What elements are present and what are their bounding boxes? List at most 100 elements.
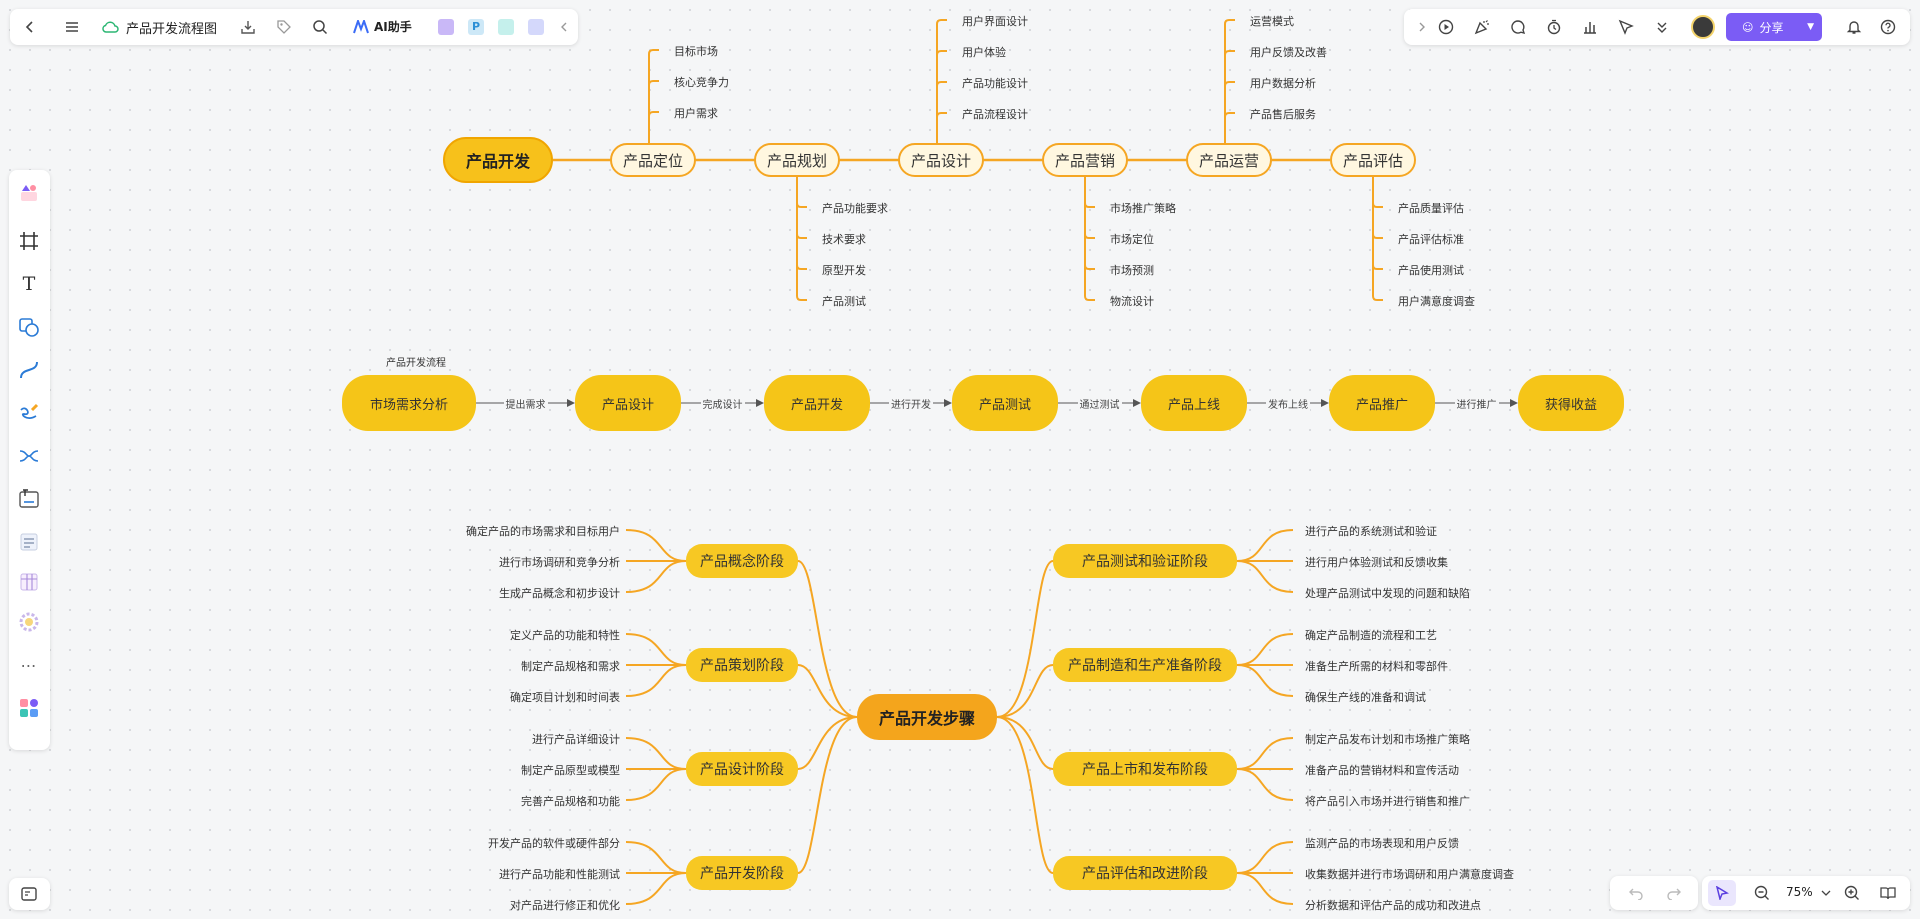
undo-icon[interactable] xyxy=(1624,881,1648,905)
comment-icon[interactable] xyxy=(1506,15,1530,39)
mindmap-leaf: 用户界面设计 xyxy=(962,15,1028,28)
mindmap-branch-4[interactable]: 产品营销 xyxy=(1042,143,1128,177)
redo-icon[interactable] xyxy=(1662,881,1686,905)
share-button[interactable]: ☺ 分享 ▼ xyxy=(1726,13,1822,41)
card-tool-icon[interactable] xyxy=(16,529,42,555)
mindmap-leaf: 目标市场 xyxy=(674,45,718,58)
flow-node-6[interactable]: 产品推广 xyxy=(1329,375,1435,431)
ai-assistant-label[interactable]: AI助手 xyxy=(374,18,412,35)
phase-right-item: 收集数据并进行市场调研和用户满意度调查 xyxy=(1305,868,1514,881)
flow-edge-label: 完成设计 xyxy=(700,396,745,411)
phases-root[interactable]: 产品开发步骤 xyxy=(857,694,997,740)
table-tool-icon[interactable] xyxy=(16,569,42,595)
book-view-icon[interactable] xyxy=(1876,881,1900,905)
more-chevrons-icon[interactable] xyxy=(1650,15,1674,39)
zoom-out-icon[interactable] xyxy=(1750,881,1774,905)
mindmap-leaf: 用户反馈及改善 xyxy=(1250,46,1327,59)
mindmap-leaf: 产品评估标准 xyxy=(1398,233,1464,246)
phase-left-item: 确定产品的市场需求和目标用户 xyxy=(466,525,620,538)
ai-assistant-icon[interactable] xyxy=(350,15,374,39)
timer-icon[interactable] xyxy=(1542,15,1566,39)
connector-line xyxy=(1236,768,1294,801)
select-tool-button[interactable] xyxy=(1708,880,1736,906)
celebrate-icon[interactable] xyxy=(1470,15,1494,39)
phase-left-2[interactable]: 产品策划阶段 xyxy=(686,648,798,682)
notification-bell-icon[interactable] xyxy=(1842,15,1866,39)
flow-node-1[interactable]: 市场需求分析 xyxy=(342,375,476,431)
share-label: 分享 xyxy=(1759,20,1784,35)
phase-left-1[interactable]: 产品概念阶段 xyxy=(686,544,798,578)
flow-node-4[interactable]: 产品测试 xyxy=(952,375,1058,431)
mindmap-branch-2[interactable]: 产品规划 xyxy=(754,143,840,177)
phase-right-3[interactable]: 产品上市和发布阶段 xyxy=(1053,752,1237,786)
back-icon[interactable] xyxy=(18,15,42,39)
more-tools-icon[interactable]: ⋯ xyxy=(16,652,42,678)
document-title[interactable]: 产品开发流程图 xyxy=(126,18,217,37)
flow-node-7[interactable]: 获得收益 xyxy=(1518,375,1624,431)
mindmap-root[interactable]: 产品开发 xyxy=(443,137,553,183)
minimap-button[interactable] xyxy=(9,878,50,910)
mindmap-leaf: 核心竞争力 xyxy=(674,76,729,89)
phase-right-2[interactable]: 产品制造和生产准备阶段 xyxy=(1053,648,1237,682)
mindmap-tool-icon[interactable] xyxy=(16,443,42,469)
template-icon[interactable] xyxy=(16,180,42,206)
image-plugin-icon[interactable] xyxy=(434,15,458,39)
collapse-toolbar-icon[interactable] xyxy=(552,15,576,39)
vote-icon[interactable] xyxy=(1578,15,1602,39)
menu-icon[interactable] xyxy=(60,15,84,39)
present-play-icon[interactable] xyxy=(1434,15,1458,39)
apps-icon[interactable] xyxy=(16,695,42,721)
flow-edge-label: 提出需求 xyxy=(503,396,548,411)
phase-right-1[interactable]: 产品测试和验证阶段 xyxy=(1053,544,1237,578)
phase-right-item: 分析数据和评估产品的成功和改进点 xyxy=(1305,899,1481,912)
laser-pointer-icon[interactable] xyxy=(1614,15,1638,39)
connector-line xyxy=(625,633,687,666)
mindmap-branch-1[interactable]: 产品定位 xyxy=(610,143,696,177)
mindmap-branch-5[interactable]: 产品运营 xyxy=(1186,143,1272,177)
pen-tool-icon[interactable] xyxy=(16,400,42,426)
connector-tool-icon[interactable] xyxy=(16,357,42,383)
download-icon[interactable] xyxy=(236,15,260,39)
chart-tool-icon[interactable] xyxy=(16,609,42,635)
top-left-toolbar: 产品开发流程图 AI助手 P xyxy=(10,9,578,45)
connector-line xyxy=(1084,264,1095,270)
expand-icon[interactable] xyxy=(1410,15,1434,39)
search-icon[interactable] xyxy=(308,15,332,39)
phase-right-item: 监测产品的市场表现和用户反馈 xyxy=(1305,837,1459,850)
mindmap-leaf: 产品功能要求 xyxy=(822,202,888,215)
connector-line xyxy=(625,560,687,593)
frame-tool-icon[interactable] xyxy=(16,228,42,254)
connector-line xyxy=(625,872,687,905)
flow-node-5[interactable]: 产品上线 xyxy=(1141,375,1247,431)
phase-left-3[interactable]: 产品设计阶段 xyxy=(686,752,798,786)
chat-plugin-icon[interactable] xyxy=(524,15,548,39)
mindmap-branch-3[interactable]: 产品设计 xyxy=(898,143,984,177)
diagram-canvas[interactable]: 产品开发 产品定位 目标市场 核心竞争力 用户需求 产品规划 产品功能要求 技术要求 原型开发产… xyxy=(0,0,1920,919)
help-icon[interactable] xyxy=(1876,15,1900,39)
p-plugin-icon[interactable]: P xyxy=(464,15,488,39)
share-dropdown-icon[interactable]: ▼ xyxy=(1807,22,1814,32)
text-tool-icon[interactable]: T xyxy=(16,271,42,297)
connector-line xyxy=(1236,664,1294,697)
phase-left-item: 定义产品的功能和特性 xyxy=(510,629,620,642)
mindmap-leaf: 用户体验 xyxy=(962,46,1006,59)
flow-node-3[interactable]: 产品开发 xyxy=(764,375,870,431)
sticky-note-tool-icon[interactable] xyxy=(16,486,42,512)
mindmap-branch-6[interactable]: 产品评估 xyxy=(1330,143,1416,177)
avatar[interactable] xyxy=(1690,14,1716,40)
share-plugin-icon[interactable] xyxy=(494,15,518,39)
phase-left-4[interactable]: 产品开发阶段 xyxy=(686,856,798,890)
tag-icon[interactable] xyxy=(272,15,296,39)
zoom-in-icon[interactable] xyxy=(1840,881,1864,905)
phase-right-4[interactable]: 产品评估和改进阶段 xyxy=(1053,856,1237,890)
phase-right-item: 进行用户体验测试和反馈收集 xyxy=(1305,556,1448,569)
zoom-dropdown-icon[interactable] xyxy=(1814,881,1838,905)
phase-left-item: 进行市场调研和竞争分析 xyxy=(499,556,620,569)
zoom-level[interactable]: 75% xyxy=(1786,885,1813,899)
connector-line xyxy=(1372,264,1383,270)
connector-line xyxy=(625,841,687,874)
flow-node-2[interactable]: 产品设计 xyxy=(575,375,681,431)
shape-tool-icon[interactable] xyxy=(16,314,42,340)
arrow-head xyxy=(1133,399,1141,407)
mindmap-leaf: 产品功能设计 xyxy=(962,77,1028,90)
